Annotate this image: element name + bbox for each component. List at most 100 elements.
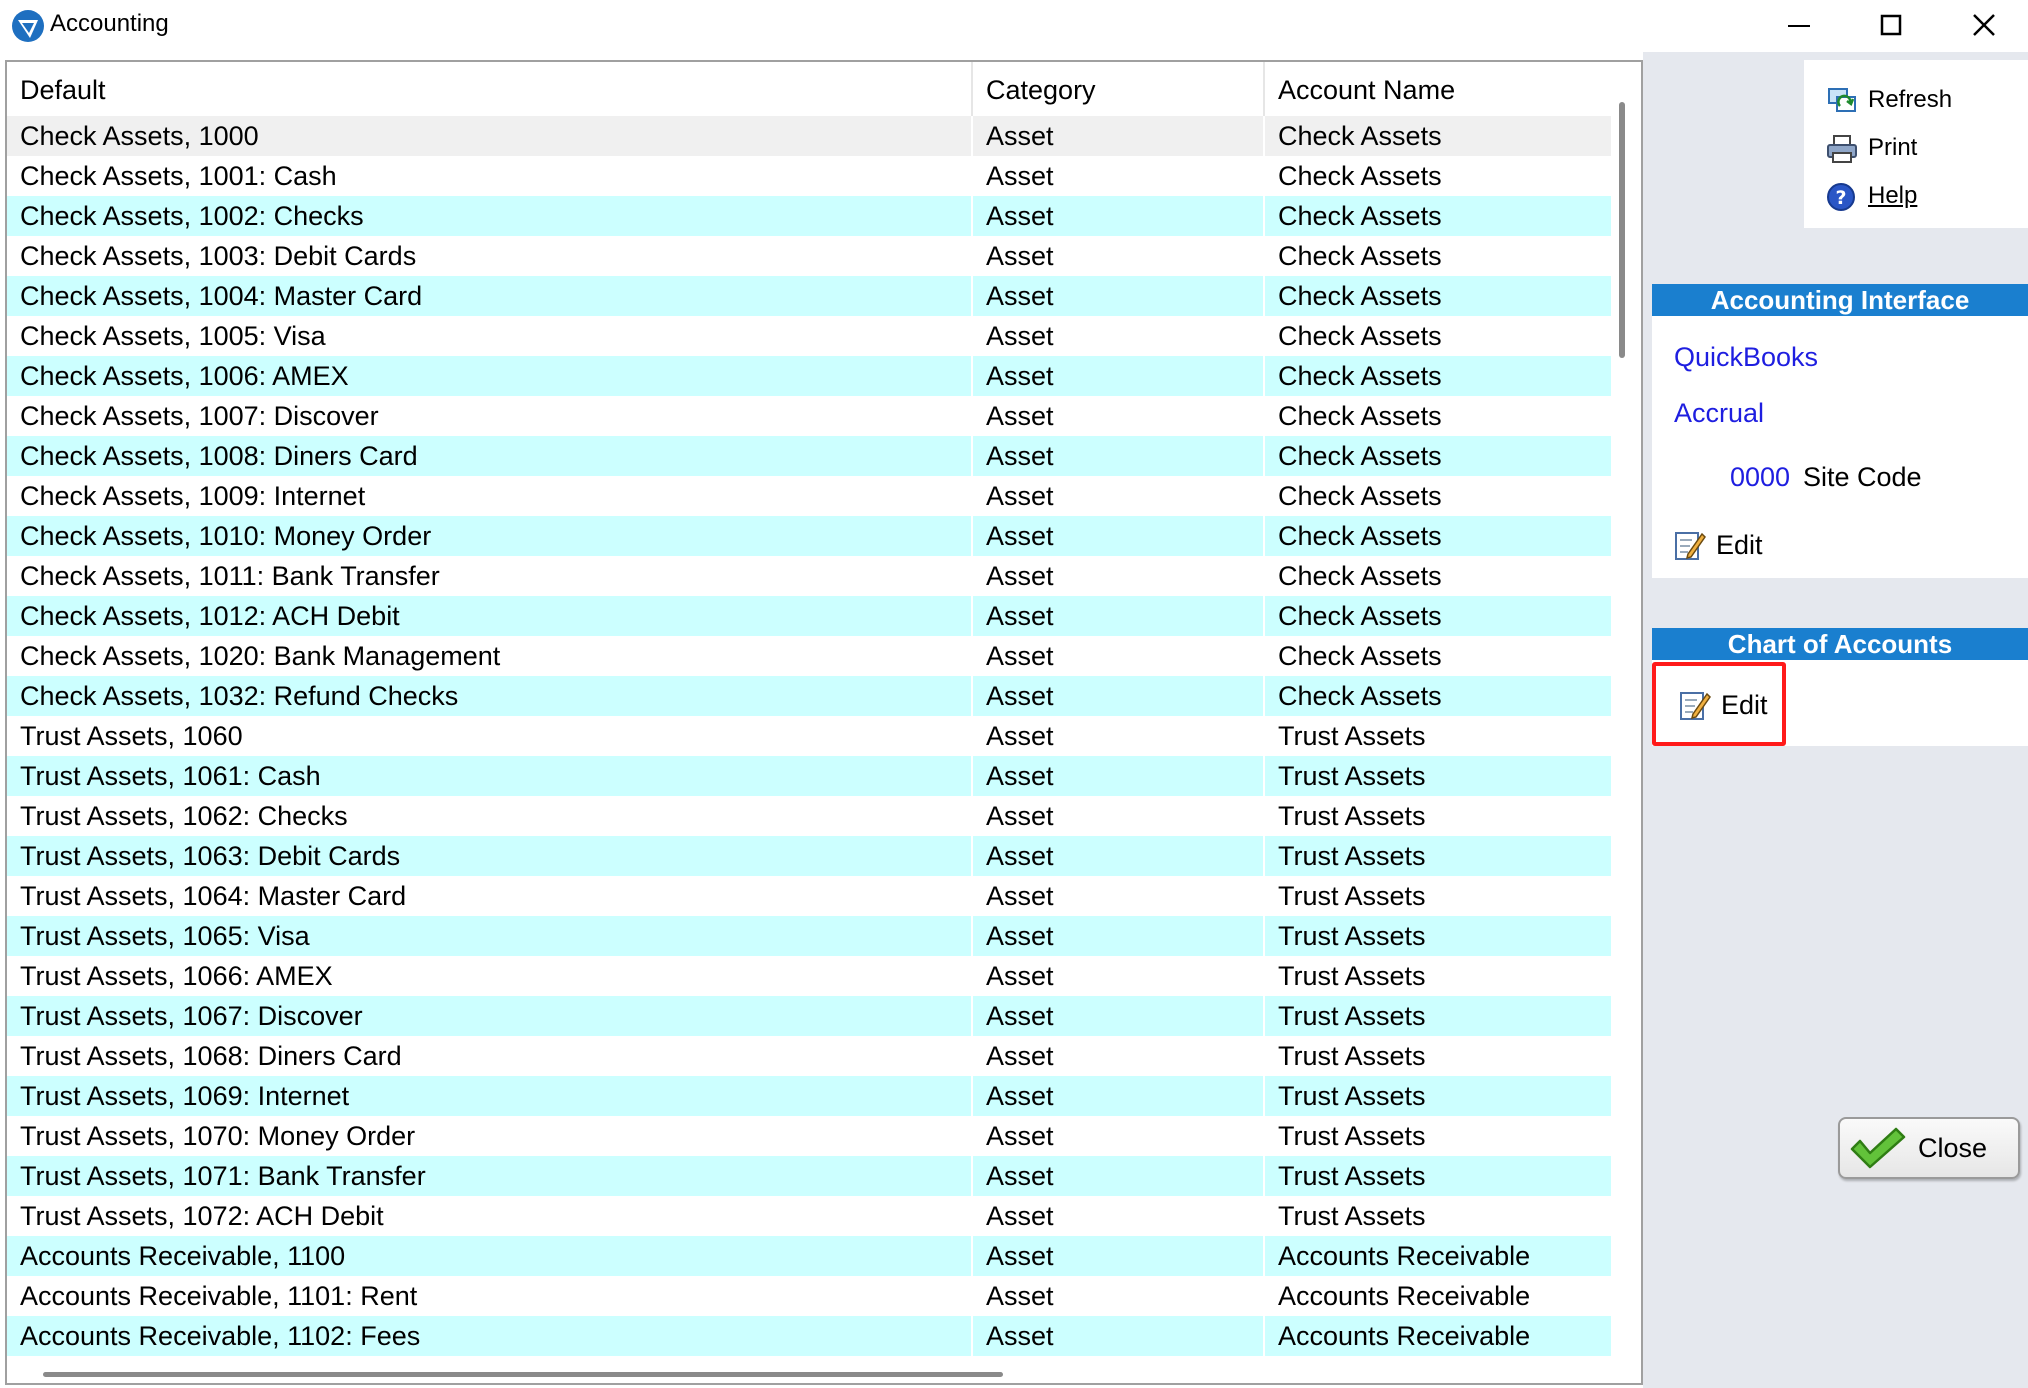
default-cell: Check Assets, 1020: Bank Management (7, 636, 973, 676)
default-cell: Accounts Receivable, 1101: Rent (7, 1276, 973, 1316)
refresh-icon (1828, 88, 1856, 112)
category-cell: Asset (973, 836, 1265, 876)
account-name-cell: Check Assets (1278, 121, 1442, 151)
table-row[interactable]: Trust Assets, 1062: Checks Asset Trust Ass… (7, 796, 1611, 836)
account-name-cell: Check Assets (1278, 521, 1442, 551)
category-cell: Asset (973, 716, 1265, 756)
default-cell: Accounts Receivable, 1100 (7, 1236, 973, 1276)
account-name-cell: Trust Assets (1278, 721, 1426, 751)
table-row[interactable]: Check Assets, 1002: Checks Asset Check Ass… (7, 196, 1611, 236)
default-cell: Check Assets, 1000 (7, 116, 973, 156)
table-row[interactable]: Check Assets, 1010: Money Order Asset Chec… (7, 516, 1611, 556)
table-row[interactable]: Accounts Receivable, 1102: Fees Asset Acco… (7, 1316, 1611, 1356)
horizontal-scrollbar[interactable] (43, 1372, 1003, 1377)
category-cell: Asset (973, 956, 1265, 996)
account-name-cell: Check Assets (1278, 161, 1442, 191)
table-row[interactable]: Trust Assets, 1069: Internet Asset Trust A… (7, 1076, 1611, 1116)
default-cell: Trust Assets, 1061: Cash (7, 756, 973, 796)
print-label: Print (1868, 134, 1918, 161)
category-cell: Asset (973, 356, 1265, 396)
table-row[interactable]: Trust Assets, 1063: Debit Cards Asset Trus… (7, 836, 1611, 876)
account-name-cell: Trust Assets (1278, 761, 1426, 791)
accounting-software-link[interactable]: QuickBooks (1674, 342, 1818, 373)
help-icon: ? (1827, 183, 1855, 211)
default-cell: Trust Assets, 1068: Diners Card (7, 1036, 973, 1076)
account-name-cell: Check Assets (1278, 481, 1442, 511)
table-row[interactable]: Check Assets, 1005: Visa Asset Check Asset… (7, 316, 1611, 356)
printer-icon (1827, 135, 1857, 163)
default-cell: Check Assets, 1004: Master Card (7, 276, 973, 316)
site-code-label: Site Code (1803, 462, 1922, 492)
table-row[interactable]: Accounts Receivable, 1100 Asset Accounts R… (7, 1236, 1611, 1276)
help-label: Help (1868, 182, 1918, 209)
close-button[interactable]: Close (1838, 1117, 2020, 1179)
maximize-button[interactable] (1846, 0, 1938, 52)
category-cell: Asset (973, 116, 1265, 156)
default-cell: Accounts Receivable, 1102: Fees (7, 1316, 973, 1356)
grid-header: Default Category Account Name (7, 62, 1611, 116)
account-name-cell: Check Assets (1278, 641, 1442, 671)
category-cell: Asset (973, 396, 1265, 436)
account-name-cell: Check Assets (1278, 561, 1442, 591)
table-row[interactable]: Check Assets, 1003: Debit Cards Asset Chec… (7, 236, 1611, 276)
category-cell: Asset (973, 876, 1265, 916)
column-header-default[interactable]: Default (7, 62, 973, 116)
accounting-app-icon (12, 10, 44, 42)
column-header-account-name[interactable]: Account Name (1265, 62, 1611, 116)
table-row[interactable]: Check Assets, 1000 Asset Check Assets (7, 116, 1611, 156)
table-row[interactable]: Trust Assets, 1065: Visa Asset Trust Asset… (7, 916, 1611, 956)
table-row[interactable]: Check Assets, 1007: Discover Asset Check A… (7, 396, 1611, 436)
account-name-cell: Trust Assets (1278, 1201, 1426, 1231)
default-cell: Trust Assets, 1070: Money Order (7, 1116, 973, 1156)
table-row[interactable]: Accounts Receivable, 1101: Rent Asset Acco… (7, 1276, 1611, 1316)
window-title: Accounting (50, 10, 169, 37)
table-row[interactable]: Trust Assets, 1072: ACH Debit Asset Trust … (7, 1196, 1611, 1236)
column-header-category[interactable]: Category (973, 62, 1265, 116)
chart-of-accounts-header: Chart of Accounts (1652, 628, 2028, 660)
category-cell: Asset (973, 676, 1265, 716)
account-name-cell: Accounts Receivable (1278, 1281, 1531, 1311)
table-row[interactable]: Check Assets, 1032: Refund Checks Asset Ch… (7, 676, 1611, 716)
close-icon (1973, 14, 1995, 36)
checkmark-icon (1850, 1127, 1906, 1169)
table-row[interactable]: Check Assets, 1006: AMEX Asset Check Asset… (7, 356, 1611, 396)
table-row[interactable]: Check Assets, 1008: Diners Card Asset Chec… (7, 436, 1611, 476)
site-code-value[interactable]: 0000 (1730, 462, 1790, 493)
default-cell: Check Assets, 1007: Discover (7, 396, 973, 436)
grid-rows: Check Assets, 1000 Asset Check Assets Check… (7, 116, 1611, 1356)
table-row[interactable]: Check Assets, 1009: Internet Asset Check A… (7, 476, 1611, 516)
table-row[interactable]: Check Assets, 1011: Bank Transfer Asset Ch… (7, 556, 1611, 596)
table-row[interactable]: Check Assets, 1004: Master Card Asset Chec… (7, 276, 1611, 316)
default-cell: Check Assets, 1010: Money Order (7, 516, 973, 556)
default-cell: Check Assets, 1032: Refund Checks (7, 676, 973, 716)
table-row[interactable]: Check Assets, 1001: Cash Asset Check Asset… (7, 156, 1611, 196)
minimize-button[interactable] (1754, 0, 1846, 52)
category-cell: Asset (973, 1076, 1265, 1116)
default-cell: Check Assets, 1008: Diners Card (7, 436, 973, 476)
window-close-button[interactable] (1938, 0, 2028, 52)
account-name-cell: Trust Assets (1278, 1121, 1426, 1151)
accounting-method-link[interactable]: Accrual (1674, 398, 1764, 429)
default-cell: Check Assets, 1012: ACH Debit (7, 596, 973, 636)
table-row[interactable]: Trust Assets, 1061: Cash Asset Trust Asset… (7, 756, 1611, 796)
table-row[interactable]: Trust Assets, 1066: AMEX Asset Trust Asset… (7, 956, 1611, 996)
account-name-cell: Trust Assets (1278, 841, 1426, 871)
account-name-cell: Check Assets (1278, 321, 1442, 351)
table-row[interactable]: Trust Assets, 1060 Asset Trust Assets (7, 716, 1611, 756)
vertical-scrollbar[interactable] (1619, 102, 1625, 358)
category-cell: Asset (973, 916, 1265, 956)
table-row[interactable]: Trust Assets, 1067: Discover Asset Trust A… (7, 996, 1611, 1036)
category-cell: Asset (973, 1036, 1265, 1076)
category-cell: Asset (973, 1236, 1265, 1276)
table-row[interactable]: Trust Assets, 1068: Diners Card Asset Trus… (7, 1036, 1611, 1076)
category-cell: Asset (973, 596, 1265, 636)
category-cell: Asset (973, 1116, 1265, 1156)
accounts-grid[interactable]: Default Category Account Name Check Asse… (5, 60, 1643, 1385)
category-cell: Asset (973, 316, 1265, 356)
table-row[interactable]: Check Assets, 1020: Bank Management Asset… (7, 636, 1611, 676)
table-row[interactable]: Trust Assets, 1064: Master Card Asset Trus… (7, 876, 1611, 916)
table-row[interactable]: Trust Assets, 1071: Bank Transfer Asset Tr… (7, 1156, 1611, 1196)
table-row[interactable]: Check Assets, 1012: ACH Debit Asset Check … (7, 596, 1611, 636)
table-row[interactable]: Trust Assets, 1070: Money Order Asset Trus… (7, 1116, 1611, 1156)
category-cell: Asset (973, 556, 1265, 596)
